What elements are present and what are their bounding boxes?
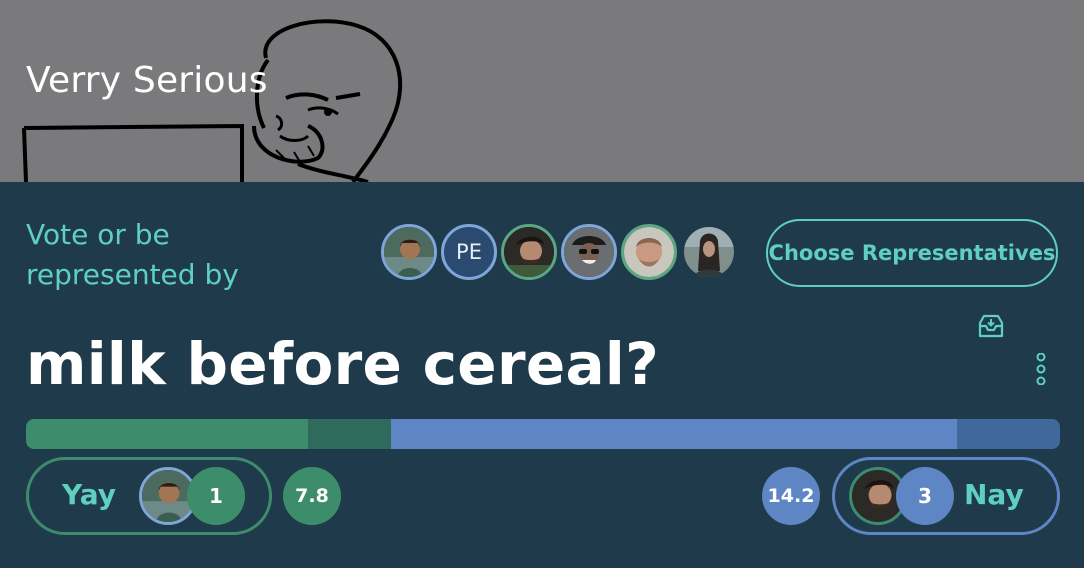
nay-represented-segment (956, 419, 1060, 449)
representative-avatar[interactable] (381, 224, 437, 280)
representative-initials: PE (456, 240, 482, 264)
choose-representatives-button[interactable]: Choose Representatives (766, 219, 1058, 287)
person-photo (384, 227, 434, 277)
yay-direct-segment (26, 419, 309, 449)
group-header: Verry Serious (0, 0, 1084, 182)
yay-button[interactable]: Yay 1 (26, 457, 272, 535)
person-photo (624, 227, 674, 277)
yay-label: Yay (62, 478, 116, 511)
person-photo (504, 227, 554, 277)
representatives-list: PE (381, 224, 741, 284)
nay-score: 14.2 (762, 467, 820, 525)
nay-label: Nay (964, 478, 1024, 511)
representative-avatar[interactable]: PE (441, 224, 497, 280)
representative-avatar[interactable] (621, 224, 677, 280)
vote-card: Vote or be represented by PE Choose Repr… (0, 182, 1084, 568)
vote-prompt: Vote or be represented by (26, 218, 239, 291)
yay-represented-segment (308, 419, 391, 449)
inbox-download-icon[interactable] (977, 313, 1005, 339)
more-vertical-icon[interactable] (1034, 353, 1048, 385)
representative-avatar[interactable] (681, 224, 737, 280)
yay-count: 1 (187, 467, 245, 525)
question-title: milk before cereal? (26, 330, 660, 398)
representative-avatar[interactable] (501, 224, 557, 280)
nay-count: 3 (896, 467, 954, 525)
nay-button[interactable]: 3 Nay (832, 457, 1060, 535)
nay-direct-segment (391, 419, 957, 449)
person-photo (564, 227, 614, 277)
yay-score: 7.8 (283, 467, 341, 525)
group-title: Verry Serious (26, 60, 268, 101)
vote-tally-bar (26, 419, 1060, 449)
representative-avatar[interactable] (561, 224, 617, 280)
person-photo (684, 227, 734, 277)
